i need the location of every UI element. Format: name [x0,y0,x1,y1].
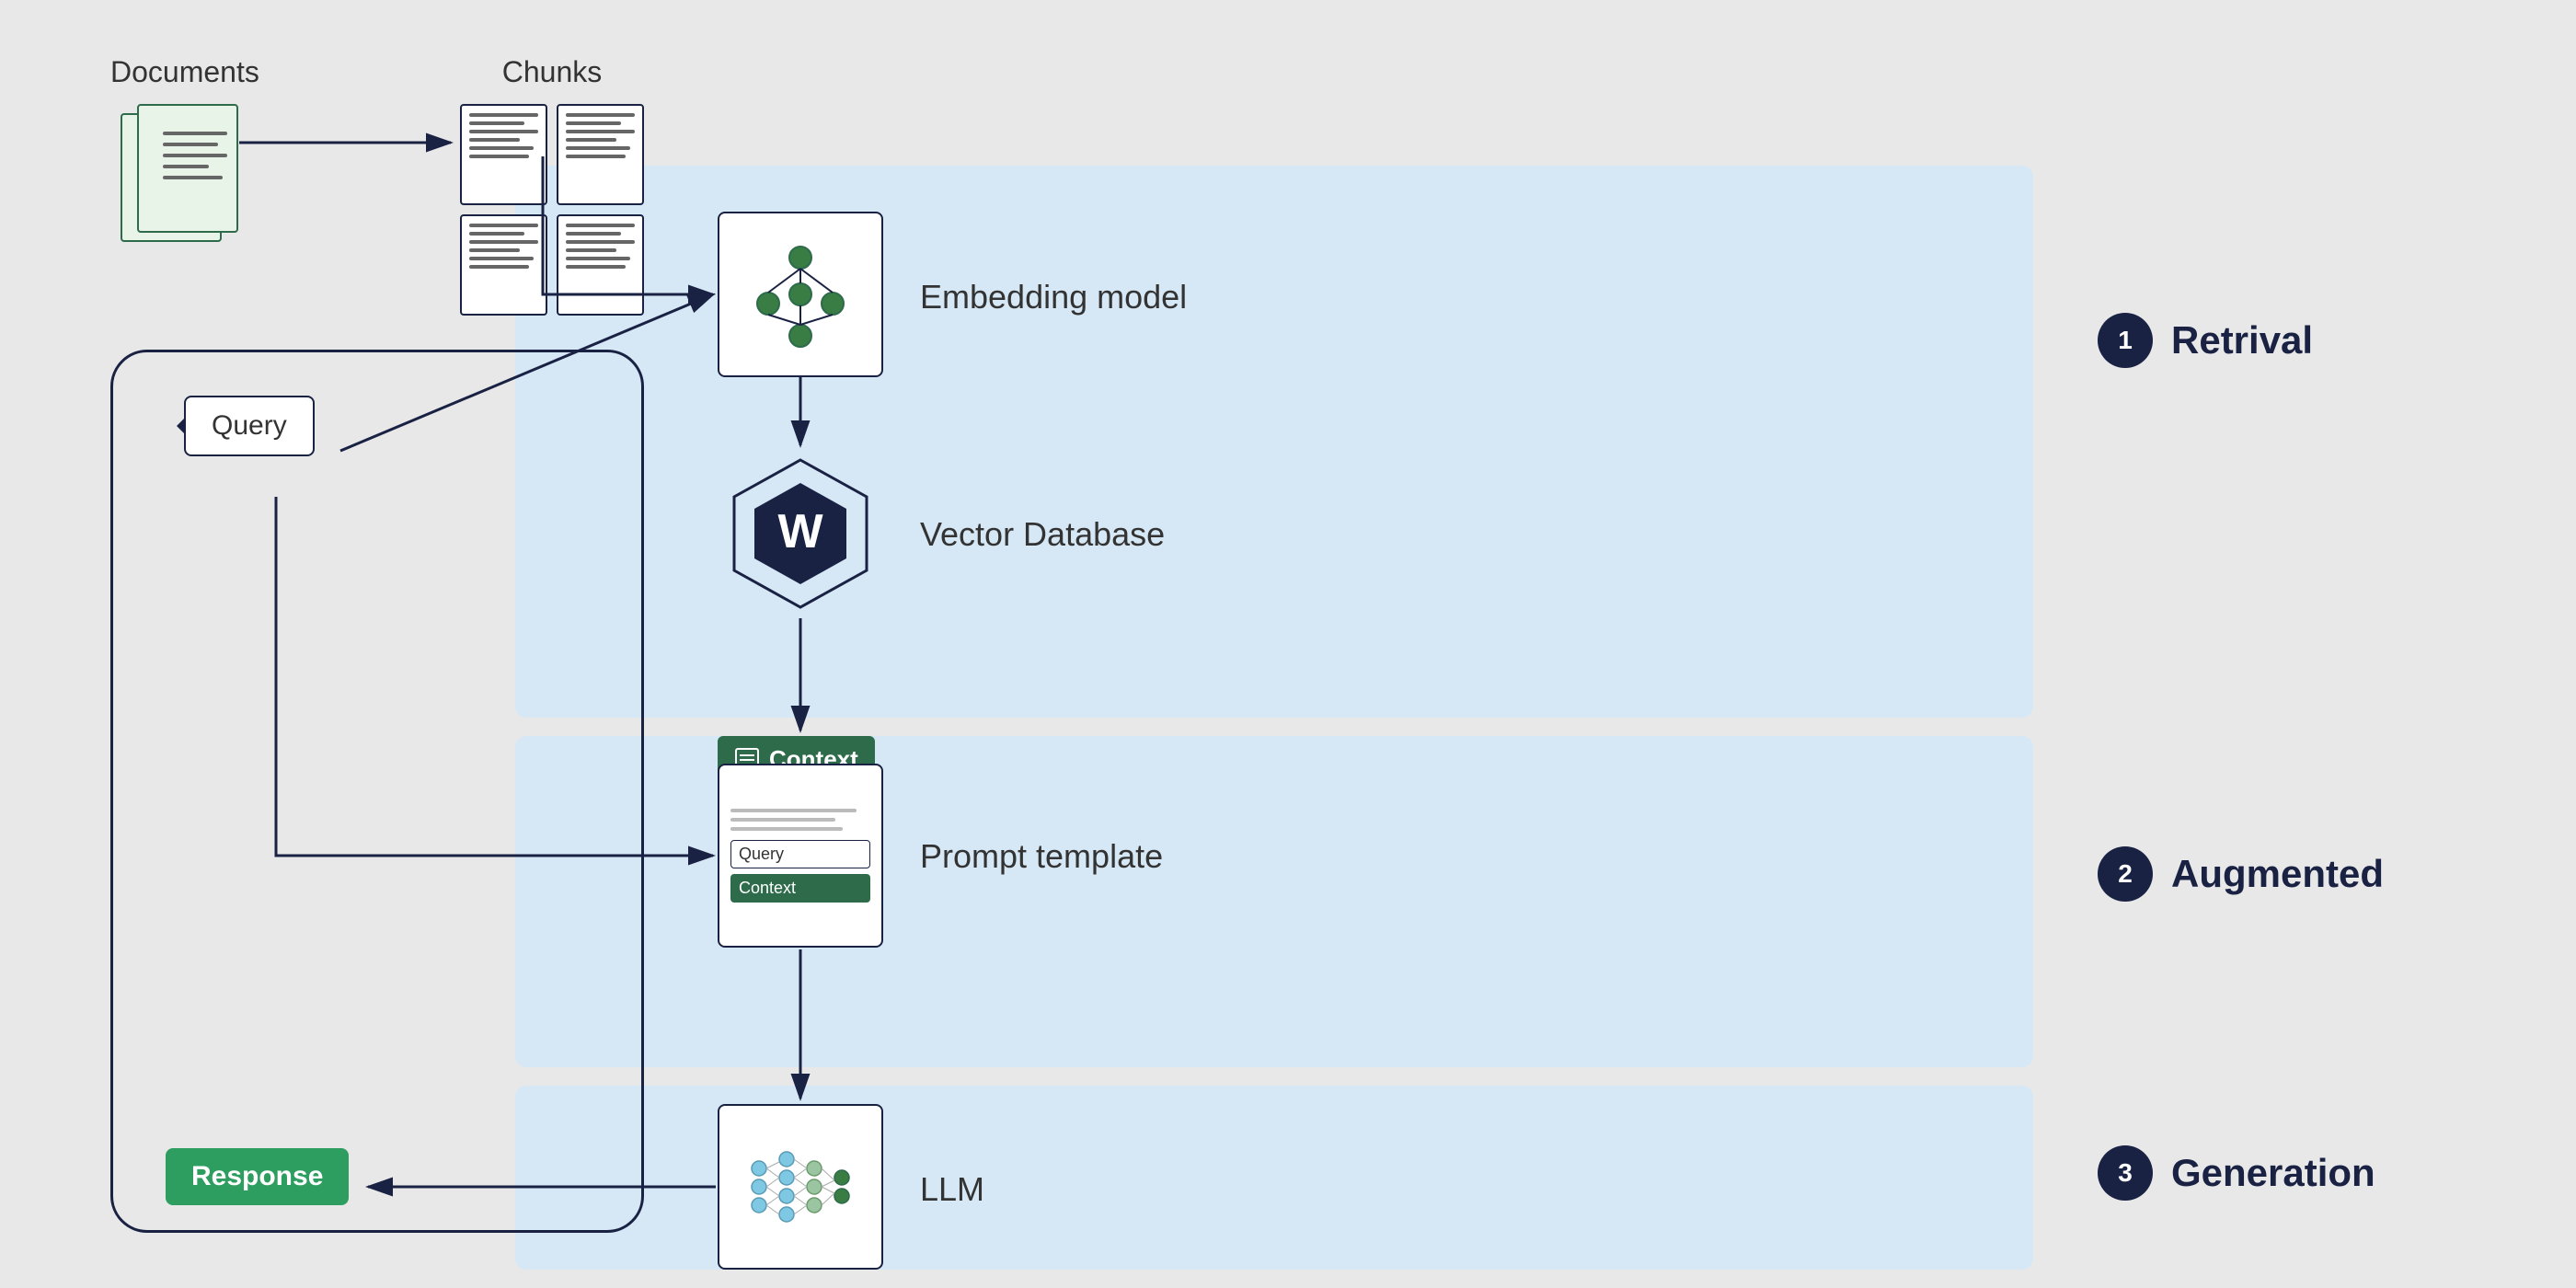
chunk-2 [557,104,644,205]
chunks-label: Chunks [502,55,603,89]
query-label: Query [212,410,287,441]
doc-front [137,104,238,233]
generation-number: 3 [2098,1145,2153,1201]
section-retrieval: 1 Retrival [2098,313,2313,368]
main-container: 1 Retrival 2 Augmented 3 Generation Docu… [0,0,2576,1288]
retrieval-number: 1 [2098,313,2153,368]
chunk-1 [460,104,547,205]
chunk-3 [460,214,547,316]
prompt-template-label: Prompt template [920,837,1163,876]
response-badge: Response [166,1148,349,1205]
augmented-label: Augmented [2171,852,2384,896]
llm-box [718,1104,883,1270]
chunks-area: Chunks [460,55,644,316]
section-generation: 3 Generation [2098,1145,2375,1201]
llm-icon [741,1127,860,1247]
embedding-model-label: Embedding model [920,278,1187,316]
chunk-4 [557,214,644,316]
documents-icon [121,104,249,251]
vector-db-container: W [718,451,883,616]
augmented-number: 2 [2098,846,2153,902]
documents-label: Documents [110,55,259,89]
vector-db-label: Vector Database [920,515,1165,554]
documents-area: Documents [110,55,259,251]
retrieval-label: Retrival [2171,318,2313,362]
embedding-model-icon [741,235,860,354]
flow-container [110,350,644,1233]
prompt-context-inner: Context [730,874,870,903]
query-bubble: Query [184,396,315,456]
vector-db-icon: W [718,451,883,616]
generation-label: Generation [2171,1151,2375,1195]
response-label: Response [191,1161,323,1191]
svg-text:W: W [777,505,823,558]
prompt-query-inner: Query [730,840,870,868]
prompt-template-box: Query Context [718,764,883,948]
llm-label: LLM [920,1170,984,1209]
chunks-grid [460,104,644,316]
embedding-model-box [718,212,883,377]
section-augmented: 2 Augmented [2098,846,2384,902]
